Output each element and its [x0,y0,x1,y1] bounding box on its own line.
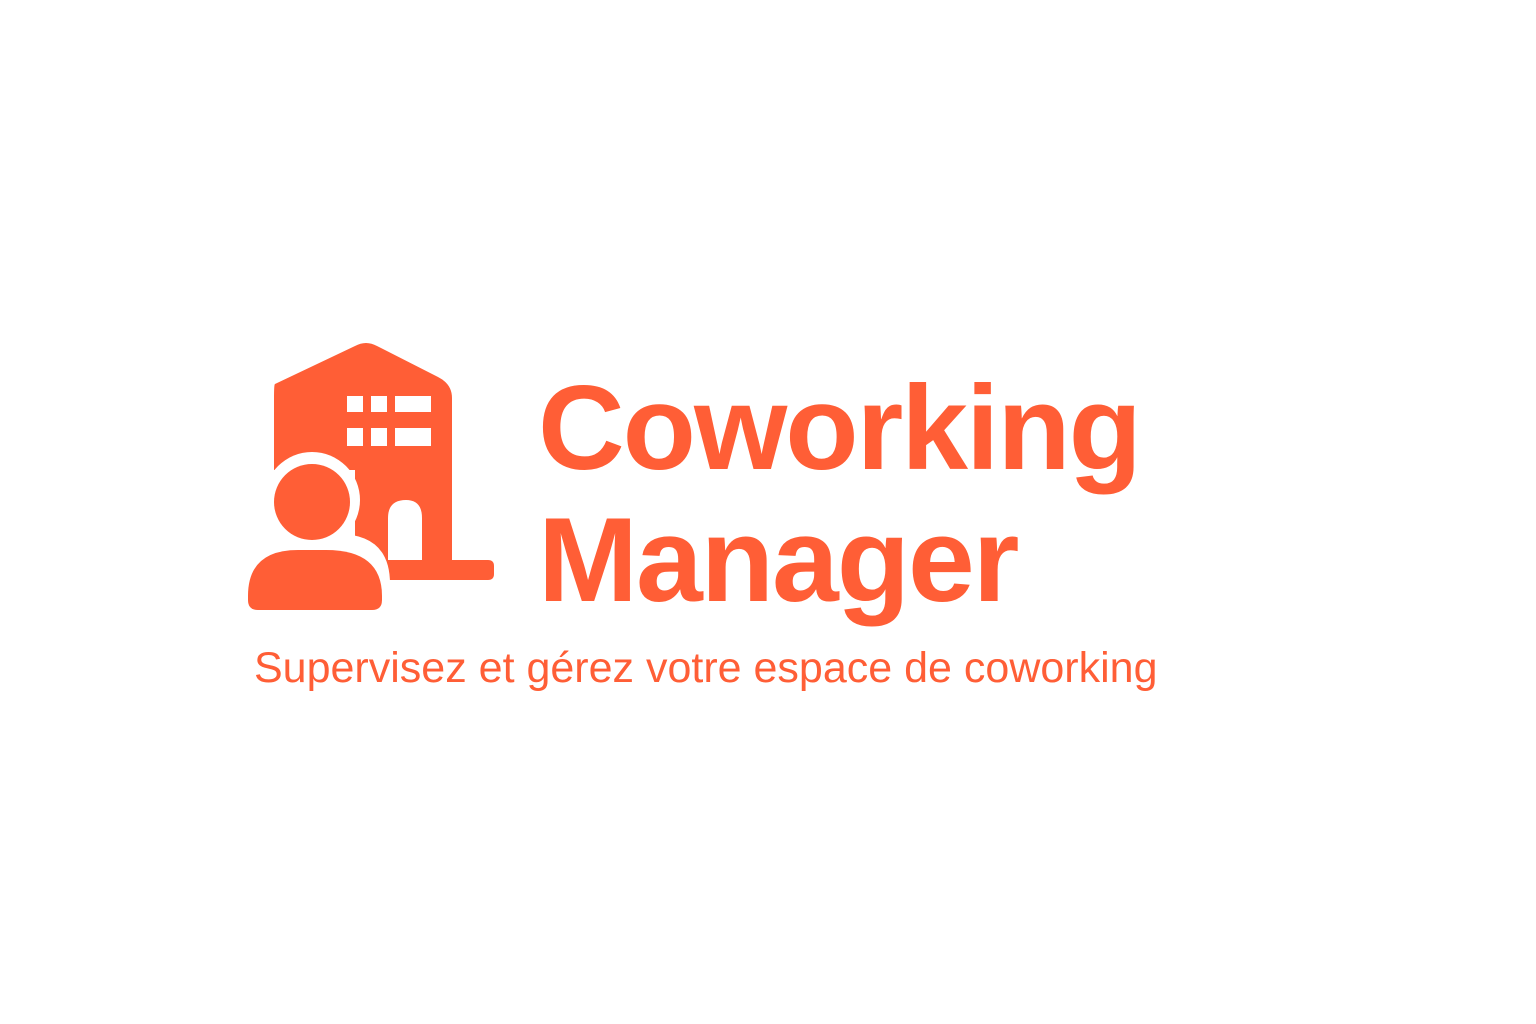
splash-screen: Coworking Manager Supervisez et gérez vo… [0,0,1536,1024]
app-title: Coworking Manager [538,361,1142,627]
app-tagline: Supervisez et gérez votre espace de cowo… [254,644,1158,692]
person-body [248,550,382,610]
app-title-line2: Manager [538,493,1019,627]
person-head [274,464,350,540]
app-title-line1: Coworking [538,361,1142,495]
building-with-person-icon [240,343,494,616]
building-door [388,500,422,560]
